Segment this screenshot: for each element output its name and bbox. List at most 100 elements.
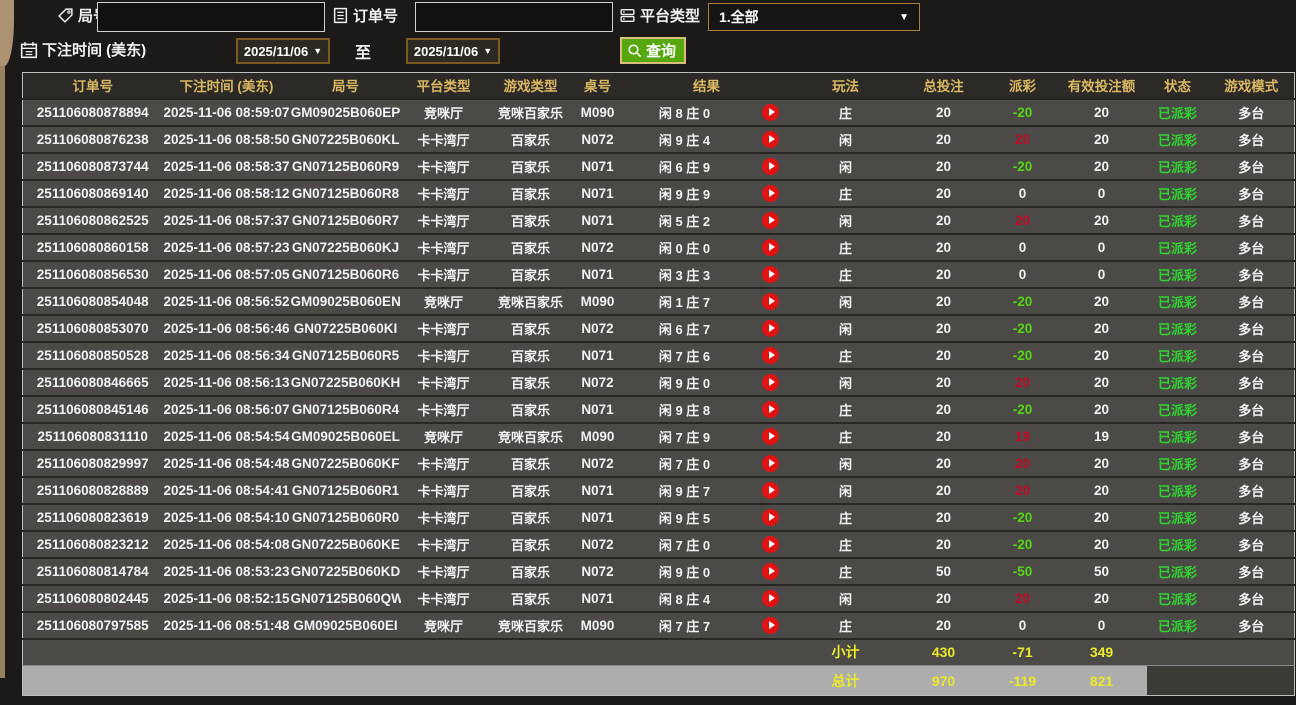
table-row[interactable]: 251106080862525 2025-11-06 08:57:37 GN07… xyxy=(22,206,1295,235)
col-header-table-no: 桌号 xyxy=(574,72,621,100)
cell-order-id: 251106080850528 xyxy=(22,341,163,370)
cell-order-id: 251106080878894 xyxy=(22,98,163,127)
table-row[interactable]: 251106080876238 2025-11-06 08:58:50 GN07… xyxy=(22,125,1295,154)
cell-round: GN07125B060R8 xyxy=(290,179,401,208)
col-header-result: 结果 xyxy=(620,72,793,100)
cell-platform: 卡卡湾厅 xyxy=(400,449,487,478)
table-row[interactable]: 251106080853070 2025-11-06 08:56:46 GN07… xyxy=(22,314,1295,343)
col-header-valid-bet: 有效投注额 xyxy=(1056,72,1147,100)
play-icon[interactable] xyxy=(762,427,779,445)
table-row[interactable]: 251106080823619 2025-11-06 08:54:10 GN07… xyxy=(22,503,1295,532)
table-row[interactable]: 251106080823212 2025-11-06 08:54:08 GN07… xyxy=(22,530,1295,559)
play-icon[interactable] xyxy=(762,265,779,283)
play-icon[interactable] xyxy=(762,130,779,148)
cell-order-id: 251106080856530 xyxy=(22,260,163,289)
subtotal-total-bet: 430 xyxy=(898,638,989,666)
cell-status: 已派彩 xyxy=(1146,368,1209,397)
play-icon[interactable] xyxy=(762,184,779,202)
play-icon[interactable] xyxy=(762,292,779,310)
cell-bet-time: 2025-11-06 08:51:48 xyxy=(162,611,291,640)
cell-game-type: 百家乐 xyxy=(486,179,575,208)
play-icon[interactable] xyxy=(762,373,779,391)
cell-table-no: N071 xyxy=(574,584,621,613)
table-row[interactable]: 251106080802445 2025-11-06 08:52:15 GN07… xyxy=(22,584,1295,613)
col-header-game-type: 游戏类型 xyxy=(486,72,575,100)
cell-payout: 20 xyxy=(988,449,1057,478)
cell-table-no: M090 xyxy=(574,422,621,451)
cell-valid-bet: 20 xyxy=(1056,206,1147,235)
cell-payout: 0 xyxy=(988,260,1057,289)
cell-status: 已派彩 xyxy=(1146,341,1209,370)
cell-play: 闲 xyxy=(792,584,899,613)
cell-result: 闲 1 庄 7 xyxy=(620,287,749,316)
grand-total-total-bet: 970 xyxy=(898,665,989,696)
platform-type-select[interactable]: 1.全部 ▼ xyxy=(708,3,920,31)
cell-order-id: 251106080860158 xyxy=(22,233,163,262)
table-row[interactable]: 251106080814784 2025-11-06 08:53:23 GN07… xyxy=(22,557,1295,586)
server-icon xyxy=(620,8,635,23)
cell-platform: 卡卡湾厅 xyxy=(400,584,487,613)
table-row[interactable]: 251106080831110 2025-11-06 08:54:54 GM09… xyxy=(22,422,1295,451)
table-row[interactable]: 251106080828889 2025-11-06 08:54:41 GN07… xyxy=(22,476,1295,505)
platform-type-value: 1.全部 xyxy=(719,9,759,25)
table-row[interactable]: 251106080869140 2025-11-06 08:58:12 GN07… xyxy=(22,179,1295,208)
round-number-input[interactable] xyxy=(97,2,325,32)
play-icon[interactable] xyxy=(762,157,779,175)
cell-valid-bet: 20 xyxy=(1056,476,1147,505)
play-icon[interactable] xyxy=(762,589,779,607)
play-icon[interactable] xyxy=(762,238,779,256)
table-row[interactable]: 251106080829997 2025-11-06 08:54:48 GN07… xyxy=(22,449,1295,478)
cell-game-type: 竞咪百家乐 xyxy=(486,98,575,127)
cell-mode: 多台 xyxy=(1208,368,1295,397)
subtotal-label: 小计 xyxy=(792,638,899,666)
play-icon[interactable] xyxy=(762,319,779,337)
table-row[interactable]: 251106080854048 2025-11-06 08:56:52 GM09… xyxy=(22,287,1295,316)
table-row[interactable]: 251106080856530 2025-11-06 08:57:05 GN07… xyxy=(22,260,1295,289)
table-row[interactable]: 251106080846665 2025-11-06 08:56:13 GN07… xyxy=(22,368,1295,397)
play-icon[interactable] xyxy=(762,562,779,580)
table-header-row: 订单号 下注时间 (美东) 局号 平台类型 游戏类型 桌号 结果 玩法 总投注 … xyxy=(22,72,1295,100)
order-number-input[interactable] xyxy=(415,2,613,32)
col-header-mode: 游戏模式 xyxy=(1208,72,1295,100)
table-row[interactable]: 251106080873744 2025-11-06 08:58:37 GN07… xyxy=(22,152,1295,181)
cell-order-id: 251106080853070 xyxy=(22,314,163,343)
cell-status: 已派彩 xyxy=(1146,98,1209,127)
search-button[interactable]: 查询 xyxy=(620,37,687,64)
cell-table-no: N072 xyxy=(574,125,621,154)
cell-bet-time: 2025-11-06 08:58:37 xyxy=(162,152,291,181)
play-icon[interactable] xyxy=(762,508,779,526)
table-row[interactable]: 251106080845146 2025-11-06 08:56:07 GN07… xyxy=(22,395,1295,424)
cell-total-bet: 20 xyxy=(898,287,989,316)
date-to-picker[interactable]: 2025/11/06 ▼ xyxy=(406,38,500,64)
cell-payout: -20 xyxy=(988,152,1057,181)
date-from-picker[interactable]: 2025/11/06 ▼ xyxy=(236,38,330,64)
cell-game-type: 百家乐 xyxy=(486,368,575,397)
cell-payout: 20 xyxy=(988,476,1057,505)
cell-table-no: M090 xyxy=(574,611,621,640)
play-icon[interactable] xyxy=(762,103,779,121)
cell-payout: 0 xyxy=(988,611,1057,640)
cell-platform: 竞咪厅 xyxy=(400,611,487,640)
cell-table-no: N072 xyxy=(574,368,621,397)
col-header-total-bet: 总投注 xyxy=(898,72,989,100)
cell-round: GN07225B060KF xyxy=(290,449,401,478)
table-row[interactable]: 251106080850528 2025-11-06 08:56:34 GN07… xyxy=(22,341,1295,370)
grand-total-valid-bet: 821 xyxy=(1056,665,1147,696)
play-icon[interactable] xyxy=(762,481,779,499)
play-icon[interactable] xyxy=(762,211,779,229)
table-row[interactable]: 251106080878894 2025-11-06 08:59:07 GM09… xyxy=(22,98,1295,127)
table-row[interactable]: 251106080860158 2025-11-06 08:57:23 GN07… xyxy=(22,233,1295,262)
cell-total-bet: 50 xyxy=(898,557,989,586)
cell-round: GN07225B060KH xyxy=(290,368,401,397)
play-icon[interactable] xyxy=(762,454,779,472)
cell-play: 庄 xyxy=(792,233,899,262)
table-row[interactable]: 251106080797585 2025-11-06 08:51:48 GM09… xyxy=(22,611,1295,640)
cell-table-no: M090 xyxy=(574,287,621,316)
cell-platform: 卡卡湾厅 xyxy=(400,206,487,235)
play-icon[interactable] xyxy=(762,400,779,418)
play-icon[interactable] xyxy=(762,616,779,634)
cell-mode: 多台 xyxy=(1208,584,1295,613)
play-icon[interactable] xyxy=(762,535,779,553)
cell-valid-bet: 20 xyxy=(1056,341,1147,370)
play-icon[interactable] xyxy=(762,346,779,364)
